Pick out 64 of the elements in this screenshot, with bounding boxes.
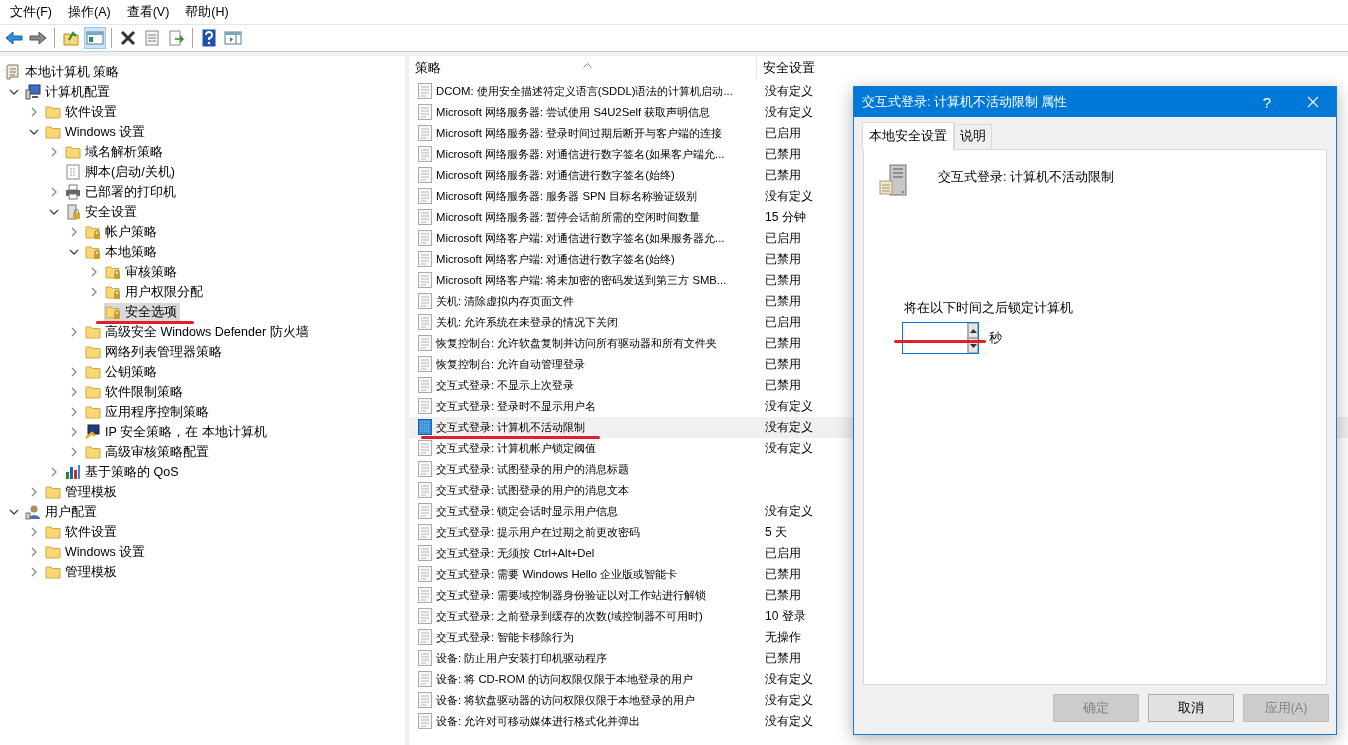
setting-value: 5 天	[765, 525, 787, 539]
setting-value: 已禁用	[765, 273, 801, 287]
policy-name: 交互式登录: 登录时不显示用户名	[436, 399, 597, 414]
policy-name: DCOM: 使用安全描述符定义语言(SDDL)语法的计算机启动...	[436, 84, 733, 99]
setting-value: 已禁用	[765, 357, 801, 371]
policy-name: 交互式登录: 计算机帐户锁定阈值	[436, 441, 597, 456]
unit-label: 秒	[989, 329, 1002, 347]
policy-name: 恢复控制台: 允许软盘复制并访问所有驱动器和所有文件夹	[436, 336, 718, 351]
setting-value: 已启用	[765, 231, 801, 245]
policy-name: Microsoft 网络客户端: 对通信进行数字签名(始终)	[436, 252, 675, 267]
policy-name: 交互式登录: 试图登录的用户的消息文本	[436, 483, 630, 498]
policy-name: 设备: 将 CD-ROM 的访问权限仅限于本地登录的用户	[436, 672, 693, 687]
setting-value: 没有定义	[765, 399, 813, 413]
policy-name: 关机: 允许系统在未登录的情况下关闭	[436, 315, 619, 330]
policy-name: Microsoft 网络服务器: 对通信进行数字签名(始终)	[436, 168, 675, 183]
policy-name: 设备: 将软盘驱动器的访问权限仅限于本地登录的用户	[436, 693, 696, 708]
setting-value: 已禁用	[765, 336, 801, 350]
setting-value: 已禁用	[765, 651, 801, 665]
setting-value: 已禁用	[765, 588, 801, 602]
policy-name: 交互式登录: 之前登录到缓存的次数(域控制器不可用时)	[436, 609, 703, 624]
policy-name: Microsoft 网络服务器: 暂停会话前所需的空闲时间数量	[436, 210, 701, 225]
setting-value: 已启用	[765, 546, 801, 560]
policy-name: 交互式登录: 计算机不活动限制	[436, 420, 586, 435]
policy-name: 交互式登录: 锁定会话时显示用户信息	[436, 504, 619, 519]
setting-value: 10 登录	[765, 609, 806, 623]
setting-value: 已启用	[765, 315, 801, 329]
setting-value: 没有定义	[765, 714, 813, 728]
setting-value: 没有定义	[765, 84, 813, 98]
policy-name: Microsoft 网络客户端: 将未加密的密码发送到第三方 SMB...	[436, 273, 727, 288]
setting-value: 没有定义	[765, 672, 813, 686]
policy-name: 交互式登录: 无须按 Ctrl+Alt+Del	[436, 546, 595, 561]
setting-value: 没有定义	[765, 105, 813, 119]
setting-value: 没有定义	[765, 504, 813, 518]
policy-name: 交互式登录: 需要 Windows Hello 企业版或智能卡	[436, 567, 678, 582]
policy-name: 交互式登录: 智能卡移除行为	[436, 630, 575, 645]
policy-name: Microsoft 网络服务器: 服务器 SPN 目标名称验证级别	[436, 189, 697, 204]
setting-value: 已启用	[765, 126, 801, 140]
setting-value: 15 分钟	[765, 210, 806, 224]
dialog-title: 交互式登录: 计算机不活动限制 属性	[862, 93, 1069, 111]
setting-value: 没有定义	[765, 189, 813, 203]
policy-name: 设备: 允许对可移动媒体进行格式化并弹出	[436, 714, 641, 729]
setting-value: 已禁用	[765, 252, 801, 266]
policy-name: 恢复控制台: 允许自动管理登录	[436, 357, 586, 372]
policy-name: 交互式登录: 试图登录的用户的消息标题	[436, 462, 630, 477]
policy-name: Microsoft 网络服务器: 尝试使用 S4U2Self 获取声明信息	[436, 105, 711, 120]
policy-name: 交互式登录: 提示用户在过期之前更改密码	[436, 525, 641, 540]
setting-value: 无操作	[765, 630, 801, 644]
policy-name: Microsoft 网络客户端: 对通信进行数字签名(如果服务器允...	[436, 231, 725, 246]
field-label: 将在以下时间之后锁定计算机	[904, 300, 1074, 317]
setting-value: 已禁用	[765, 567, 801, 581]
policy-name: Microsoft 网络服务器: 登录时间过期后断开与客户端的连接	[436, 126, 723, 141]
policy-name: 设备: 防止用户安装打印机驱动程序	[436, 651, 608, 666]
policy-name: 关机: 清除虚拟内存页面文件	[436, 294, 575, 309]
setting-value: 已禁用	[765, 168, 801, 182]
setting-value: 已禁用	[765, 378, 801, 392]
policy-name: Microsoft 网络服务器: 对通信进行数字签名(如果客户端允...	[436, 147, 725, 162]
setting-value: 没有定义	[765, 693, 813, 707]
policy-title: 交互式登录: 计算机不活动限制	[938, 169, 1114, 186]
setting-value: 没有定义	[765, 420, 813, 434]
setting-value: 已禁用	[765, 147, 801, 161]
policy-name: 交互式登录: 需要域控制器身份验证以对工作站进行解锁	[436, 588, 707, 603]
setting-value: 已禁用	[765, 294, 801, 308]
policy-name: 交互式登录: 不显示上次登录	[436, 378, 575, 393]
setting-value: 没有定义	[765, 441, 813, 455]
